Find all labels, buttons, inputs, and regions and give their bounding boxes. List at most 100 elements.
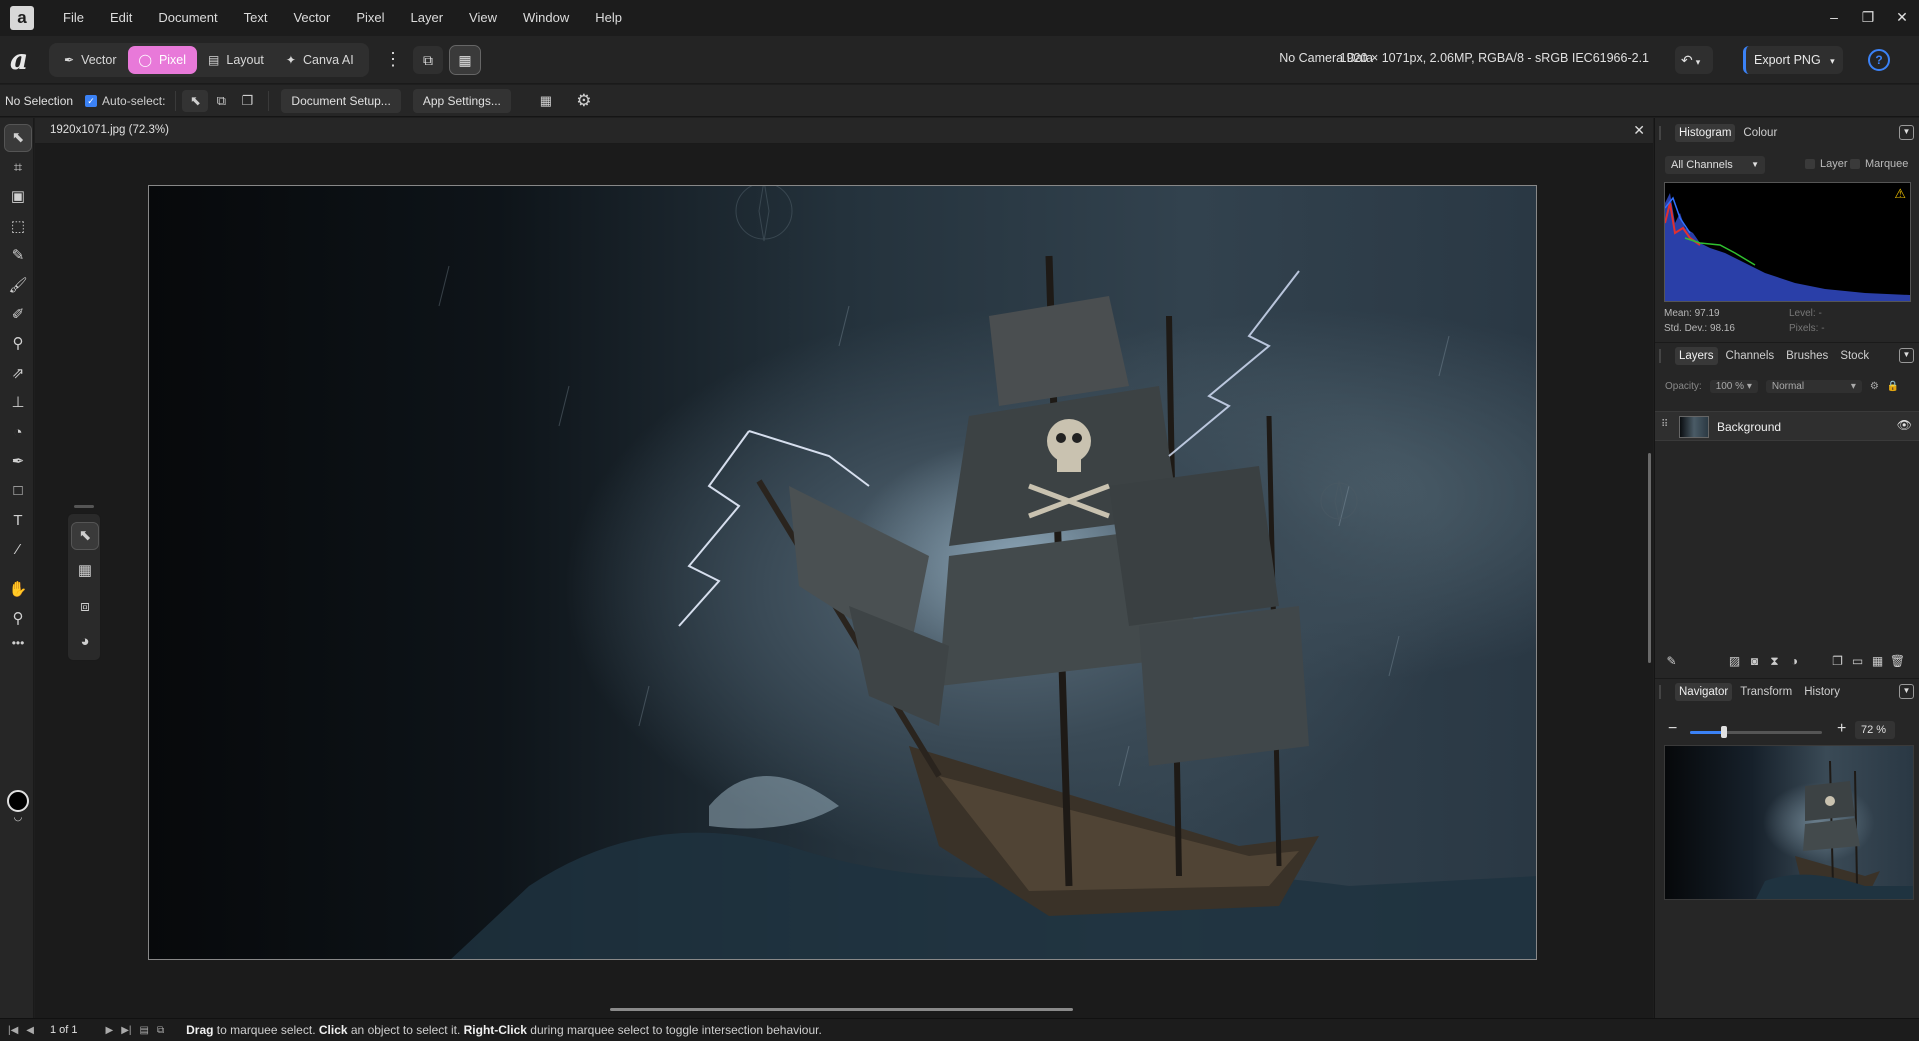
layer-row[interactable]: ⠿ Background 👁: [1655, 411, 1919, 441]
color-swatch[interactable]: [7, 790, 29, 812]
menu-edit[interactable]: Edit: [97, 0, 145, 36]
layer-checkbox-box[interactable]: [1805, 159, 1815, 169]
panel-grip[interactable]: [1659, 126, 1661, 140]
smudge-tool-icon[interactable]: ⇗: [5, 361, 31, 387]
prev-page-icon[interactable]: ◀: [26, 1025, 34, 1036]
app-settings-button[interactable]: App Settings...: [412, 88, 511, 113]
eye-icon[interactable]: 👁: [1897, 418, 1912, 432]
view-grid-button[interactable]: ▦: [449, 45, 481, 75]
opacity-select[interactable]: 100 % ▾: [1709, 380, 1758, 393]
add-group-icon[interactable]: ▭: [1849, 653, 1866, 670]
liquify-icon[interactable]: ◕: [72, 629, 98, 655]
tab-layers[interactable]: Layers: [1675, 346, 1718, 365]
zoom-slider-knob[interactable]: [1721, 726, 1728, 738]
clone-stamp-tool-icon[interactable]: ⊥: [5, 390, 31, 416]
selection-brush-icon[interactable]: ✎: [5, 243, 31, 269]
adjustment-icon[interactable]: ◑: [1786, 653, 1803, 670]
trash-icon[interactable]: 🗑: [1889, 653, 1906, 670]
pen-tool-icon[interactable]: ✒: [5, 449, 31, 475]
edit-layer-icon[interactable]: ✎: [1663, 653, 1680, 670]
chevron-down-icon[interactable]: ▼: [1899, 684, 1914, 699]
spread-icon[interactable]: ⧉: [157, 1025, 164, 1036]
fx-icon[interactable]: ▨: [1726, 653, 1743, 670]
marquee-checkbox[interactable]: Marquee: [1850, 158, 1908, 170]
menu-file[interactable]: File: [50, 0, 97, 36]
auto-select-checkbox[interactable]: ✓: [85, 94, 98, 107]
layer-drag-handle-icon[interactable]: ⠿: [1661, 419, 1668, 430]
paint-brush-tool-icon[interactable]: 🖌: [5, 273, 31, 299]
intersect-select-icon[interactable]: ⧉: [208, 90, 234, 112]
gear-icon[interactable]: ⚙: [1870, 381, 1879, 392]
document-setup-button[interactable]: Document Setup...: [281, 88, 401, 113]
marquee-checkbox-box[interactable]: [1850, 159, 1860, 169]
snapping-button[interactable]: ↶ ▾: [1675, 46, 1713, 74]
pointer-tool-icon[interactable]: ⬉: [71, 522, 99, 550]
export-png-button[interactable]: Export PNG ▾: [1743, 46, 1843, 74]
tab-navigator[interactable]: Navigator: [1675, 682, 1733, 701]
pointer-select-icon[interactable]: ⬉: [182, 89, 209, 112]
hand-tool-icon[interactable]: ✋: [5, 577, 31, 603]
mini-toolbar-grip[interactable]: [74, 505, 94, 508]
tab-transform[interactable]: Transform: [1736, 683, 1796, 701]
grid-settings-icon[interactable]: ▦: [533, 90, 559, 112]
blend-mode-select[interactable]: Normal ▾: [1765, 380, 1862, 393]
horizontal-scrollbar[interactable]: [610, 1008, 1073, 1011]
zoom-in-icon[interactable]: +: [1837, 720, 1846, 738]
close-icon[interactable]: ✕: [1633, 122, 1645, 139]
duplicate-layer-icon[interactable]: ❐: [1829, 653, 1846, 670]
menu-vector[interactable]: Vector: [280, 0, 343, 36]
menu-view[interactable]: View: [456, 0, 510, 36]
zoom-value-field[interactable]: 72 %: [1855, 721, 1895, 739]
menu-pixel[interactable]: Pixel: [343, 0, 397, 36]
menu-document[interactable]: Document: [145, 0, 230, 36]
layer-checkbox[interactable]: Layer: [1805, 158, 1848, 170]
mask-icon[interactable]: ◙: [1746, 653, 1763, 670]
filter-icon[interactable]: ⧗: [1766, 653, 1783, 670]
color-picker-tool-icon[interactable]: ⁄: [5, 537, 31, 563]
maximize-button[interactable]: ❐: [1851, 0, 1885, 36]
menu-window[interactable]: Window: [510, 0, 582, 36]
text-tool-icon[interactable]: T: [5, 508, 31, 534]
tab-histogram[interactable]: Histogram: [1675, 124, 1736, 142]
move-tool-icon[interactable]: ⬉: [4, 124, 32, 152]
persona-layout-button[interactable]: ▤ Layout: [197, 46, 275, 74]
artboard-select-icon[interactable]: ❐: [234, 90, 260, 112]
document-tab[interactable]: 1920x1071.jpg (72.3%) ✕: [35, 118, 1653, 144]
zoom-tool-icon[interactable]: ⚲: [5, 606, 31, 632]
erase-brush-tool-icon[interactable]: ✐: [5, 302, 31, 328]
mesh-warp-icon[interactable]: ▦: [72, 558, 98, 584]
play-icon[interactable]: ▶: [106, 1025, 114, 1036]
chevron-down-icon[interactable]: ▼: [1899, 125, 1914, 140]
tab-stock[interactable]: Stock: [1836, 347, 1873, 365]
rectangle-tool-icon[interactable]: □: [5, 478, 31, 504]
menu-layer[interactable]: Layer: [398, 0, 457, 36]
chevron-down-icon[interactable]: ▼: [1899, 348, 1914, 363]
dodge-tool-icon[interactable]: ⚲: [5, 331, 31, 357]
marquee-tool-icon[interactable]: ⬚: [5, 214, 31, 240]
perspective-icon[interactable]: ⧈: [72, 594, 98, 620]
assistant-button[interactable]: ⧉: [413, 46, 443, 74]
persona-vector-button[interactable]: ✒ Vector: [53, 46, 128, 74]
vertical-scrollbar[interactable]: [1648, 453, 1651, 663]
more-options-icon[interactable]: ⋮: [384, 48, 402, 72]
more-tools-icon[interactable]: •••: [5, 630, 31, 656]
document-image[interactable]: [148, 185, 1537, 960]
tab-colour[interactable]: Colour: [1739, 124, 1781, 142]
navigator-preview[interactable]: [1664, 745, 1914, 900]
tab-history[interactable]: History: [1800, 683, 1844, 701]
persona-pixel-button[interactable]: ◯ Pixel: [127, 46, 198, 74]
tab-channels[interactable]: Channels: [1722, 347, 1779, 365]
histogram-channel-select[interactable]: All Channels ▼: [1665, 156, 1765, 174]
last-page-icon[interactable]: ▶|: [121, 1025, 131, 1036]
menu-help[interactable]: Help: [582, 0, 635, 36]
lock-icon[interactable]: 🔒: [1887, 381, 1899, 392]
tab-brushes[interactable]: Brushes: [1782, 347, 1832, 365]
zoom-slider[interactable]: [1690, 726, 1822, 738]
pages-icon[interactable]: ▤: [140, 1025, 149, 1036]
flood-select-tool-icon[interactable]: ▣: [5, 184, 31, 210]
menu-text[interactable]: Text: [231, 0, 281, 36]
first-page-icon[interactable]: |◀: [8, 1025, 18, 1036]
inpainting-tool-icon[interactable]: ◔: [5, 420, 31, 446]
persona-canva-ai-button[interactable]: ✦ Canva AI: [275, 46, 365, 74]
panel-grip[interactable]: [1659, 685, 1661, 699]
